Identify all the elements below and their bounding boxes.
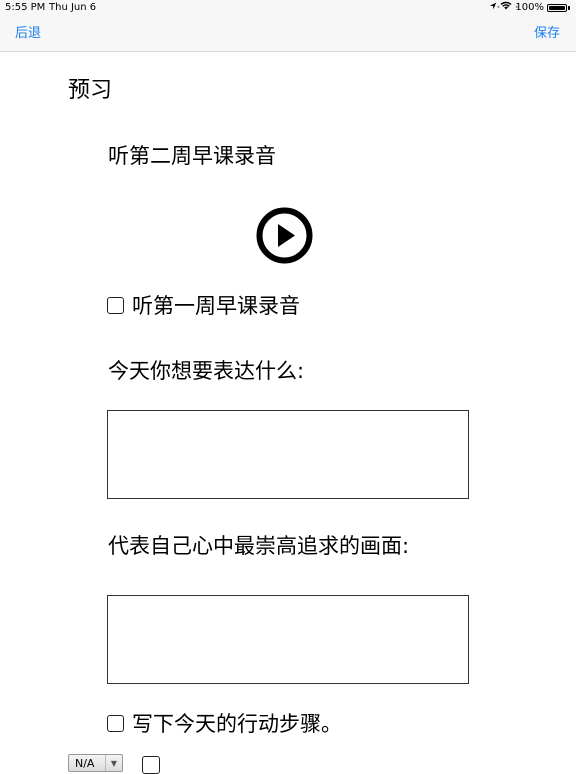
listen-week1-row: 听第一周早课录音 (107, 290, 300, 320)
battery-percent: 100% (515, 2, 544, 13)
status-select-value: N/A (75, 757, 95, 770)
action-steps-label: 写下今天的行动步骤。 (132, 712, 342, 736)
express-prompt: 今天你想要表达什么: (108, 359, 305, 383)
battery-icon (547, 4, 567, 12)
action-steps-row: 写下今天的行动步骤。 (107, 708, 342, 738)
status-bar: 5:55 PM Thu Jun 6 • • • 100% (0, 0, 576, 16)
wifi-icon (500, 0, 512, 16)
listen-week2-label: 听第二周早课录音 (108, 144, 276, 168)
navigation-bar: 后退 保存 (0, 16, 576, 52)
location-icon (489, 0, 497, 16)
status-right: 100% (489, 0, 570, 16)
status-time: 5:55 PM (5, 2, 46, 13)
listen-week1-checkbox[interactable] (107, 296, 124, 314)
express-textarea[interactable] (107, 410, 469, 499)
battery-cap (568, 6, 570, 10)
chevron-down-icon: ▼ (105, 755, 122, 771)
listen-week1-label: 听第一周早课录音 (132, 294, 300, 318)
action-steps-checkbox[interactable] (107, 714, 124, 732)
save-button[interactable]: 保存 (534, 16, 560, 51)
vision-textarea[interactable] (107, 595, 469, 684)
bottom-checkbox[interactable] (142, 756, 160, 774)
play-button[interactable] (256, 207, 313, 264)
vision-prompt: 代表自己心中最崇高追求的画面: (108, 534, 410, 558)
section-title: 预习 (68, 78, 113, 103)
back-button[interactable]: 后退 (15, 16, 41, 51)
status-date: Thu Jun 6 (49, 2, 97, 13)
status-select[interactable]: N/A ▼ (68, 754, 123, 772)
battery-fill (549, 6, 565, 10)
play-circle-icon (256, 207, 313, 264)
